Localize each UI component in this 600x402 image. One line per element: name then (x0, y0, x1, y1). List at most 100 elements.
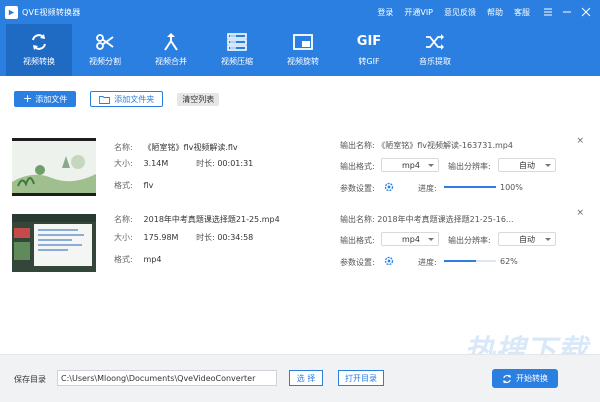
tab-video-rotate[interactable]: 视频旋转 (270, 24, 336, 76)
file-size: 3.14M (143, 159, 169, 168)
choose-dir-button[interactable]: 选 择 (289, 370, 323, 386)
tab-label: 音乐提取 (419, 57, 451, 66)
merge-icon (164, 33, 178, 51)
output-resolution-select[interactable]: 自动 (498, 158, 556, 172)
output-format-select[interactable]: mp4 (381, 158, 439, 172)
refresh-icon (503, 374, 511, 383)
chevron-down-icon (428, 164, 434, 167)
file-duration: 00:34:58 (217, 233, 254, 242)
rotate-icon (293, 34, 313, 50)
menu-icon[interactable] (543, 7, 553, 17)
output-name-row: 输出名称: 2018年中考真题课选择题21-25-16... (340, 214, 514, 225)
landscape-thumb-art (12, 141, 96, 193)
format-label: 格式: (114, 255, 133, 264)
tab-music-extract[interactable]: 音乐提取 (402, 24, 468, 76)
compress-icon (227, 33, 247, 51)
output-file-name: 2018年中考真题课选择题21-25-16... (377, 215, 514, 224)
duration-label: 时长: (196, 159, 215, 168)
output-name-row: 输出名称: 《陋室铭》flv视频解读-163731.mp4 (340, 140, 513, 151)
out-name-label: 输出名称: (340, 141, 375, 150)
video-thumbnail (12, 214, 96, 272)
start-convert-button[interactable]: 开始转换 (492, 369, 558, 388)
feedback-link[interactable]: 意见反馈 (444, 7, 476, 18)
add-folder-label: 添加文件夹 (114, 94, 155, 104)
file-size: 175.98M (143, 233, 179, 242)
out-name-label: 输出名称: (340, 215, 375, 224)
file-name: 2018年中考真题课选择题21-25.mp4 (143, 215, 280, 224)
bottom-bar: 保存目录 C:\Users\Mloong\Documents\QveVideoC… (0, 354, 600, 402)
output-format-value: mp4 (402, 234, 420, 244)
source-name: 名称: 2018年中考真题课选择题21-25.mp4 (114, 214, 280, 225)
chevron-down-icon (428, 238, 434, 241)
output-resolution-select[interactable]: 自动 (498, 232, 556, 246)
out-format-label: 输出格式: (340, 236, 375, 245)
app-logo-icon (5, 5, 18, 19)
refresh-icon (32, 34, 46, 50)
tab-video-compress[interactable]: 视频压缩 (204, 24, 270, 76)
chevron-down-icon (545, 164, 551, 167)
window-controls (543, 7, 591, 17)
out-resolution-label: 输出分辨率: (448, 236, 491, 245)
file-name: 《陋室铭》flv视频解读.flv (143, 143, 238, 152)
minimize-icon[interactable] (562, 7, 572, 17)
tab-label: 视频合并 (155, 57, 187, 66)
help-link[interactable]: 帮助 (487, 7, 503, 18)
open-dir-button[interactable]: 打开目录 (338, 370, 384, 386)
progress-percent: 62% (500, 257, 518, 266)
output-format-select[interactable]: mp4 (381, 232, 439, 246)
file-row: 名称: 2018年中考真题课选择题21-25.mp4 大小: 175.98M 时… (0, 204, 600, 278)
start-convert-label: 开始转换 (516, 374, 548, 383)
chevron-down-icon (545, 238, 551, 241)
output-resolution-value: 自动 (519, 234, 535, 244)
tab-label: 视频压缩 (221, 57, 253, 66)
main-toolbar: 视频转换 视频分割 视频合并 视频压缩 视频旋转 GIF 转GIF 音乐提取 (0, 24, 600, 76)
gear-icon[interactable] (384, 256, 394, 266)
progress-track (444, 186, 496, 188)
gear-icon[interactable] (384, 182, 394, 192)
file-format: flv (143, 181, 154, 190)
tab-video-convert[interactable]: 视频转换 (6, 24, 72, 76)
tab-video-merge[interactable]: 视频合并 (138, 24, 204, 76)
duration-label: 时长: (196, 233, 215, 242)
lesson-thumb-art (12, 214, 96, 272)
source-name: 名称: 《陋室铭》flv视频解读.flv (114, 142, 238, 153)
video-thumbnail (12, 138, 96, 196)
save-dir-label: 保存目录 (14, 375, 46, 384)
size-label: 大小: (114, 233, 133, 242)
plus-icon: + (23, 92, 33, 105)
progress-track (444, 260, 496, 262)
source-format: 格式: flv (114, 180, 153, 191)
output-file-name: 《陋室铭》flv视频解读-163731.mp4 (377, 141, 513, 150)
progress-label: 进度: (418, 184, 437, 193)
tab-video-split[interactable]: 视频分割 (72, 24, 138, 76)
login-link[interactable]: 登录 (377, 7, 393, 18)
format-label: 格式: (114, 181, 133, 190)
progress-fill (444, 186, 496, 188)
vip-link[interactable]: 开通VIP (404, 7, 433, 18)
support-link[interactable]: 客服 (514, 7, 530, 18)
remove-file-icon[interactable]: × (576, 208, 584, 218)
name-label: 名称: (114, 215, 133, 224)
add-folder-button[interactable]: 添加文件夹 (90, 91, 164, 107)
params-label: 参数设置: (340, 184, 375, 193)
file-row: 名称: 《陋室铭》flv视频解读.flv 大小: 3.14M 时长: 00:01… (0, 128, 600, 202)
progress-percent: 100% (500, 183, 523, 192)
title-bar: QVE视频转换器 登录 开通VIP 意见反馈 帮助 客服 (0, 0, 600, 24)
tab-to-gif[interactable]: GIF 转GIF (336, 24, 402, 76)
source-size: 大小: 175.98M 时长: 00:34:58 (114, 232, 253, 243)
gif-icon: GIF (356, 34, 382, 49)
tab-label: 转GIF (358, 57, 380, 66)
remove-file-icon[interactable]: × (576, 136, 584, 146)
add-file-button[interactable]: + 添加文件 (14, 91, 77, 107)
output-format-value: mp4 (402, 160, 420, 170)
file-format: mp4 (143, 255, 162, 264)
close-icon[interactable] (581, 7, 591, 17)
tab-label: 视频旋转 (287, 57, 319, 66)
app-title: QVE视频转换器 (22, 7, 81, 17)
save-path-input[interactable]: C:\Users\Mloong\Documents\QveVideoConver… (57, 370, 277, 386)
name-label: 名称: (114, 143, 133, 152)
source-size: 大小: 3.14M 时长: 00:01:31 (114, 158, 253, 169)
params-label: 参数设置: (340, 258, 375, 267)
progress-label: 进度: (418, 258, 437, 267)
clear-list-button[interactable]: 清空列表 (177, 92, 220, 106)
